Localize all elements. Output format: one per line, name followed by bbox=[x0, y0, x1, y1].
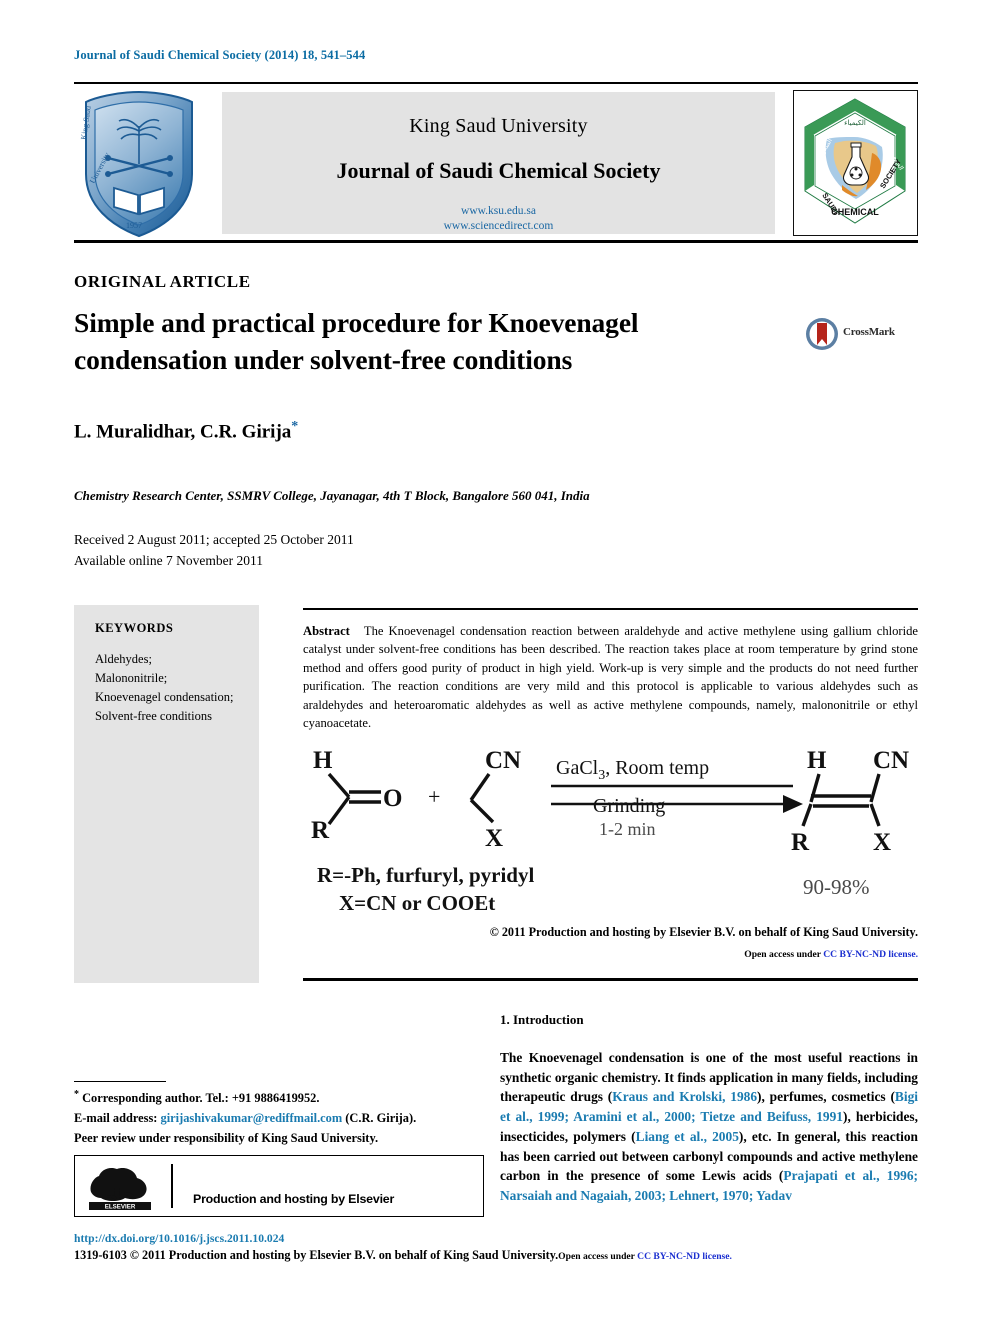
reaction-scheme-figure: H R O + CN X GaCl3, Room temp Grinding 1… bbox=[303, 742, 918, 915]
article-first-page: Journal of Saudi Chemical Society (2014)… bbox=[0, 0, 992, 1323]
elsevier-box-label: Production and hosting by Elsevier bbox=[193, 1192, 395, 1206]
scheme-condition-1: GaCl3, Room temp bbox=[556, 757, 709, 783]
peer-review-note: Peer review under responsibility of King… bbox=[74, 1131, 379, 1146]
scheme-label-cn1: CN bbox=[485, 747, 521, 774]
issn-copyright-line: 1319-6103 © 2011 Production and hosting … bbox=[74, 1248, 864, 1263]
abstract: Abstract The Knoevenagel condensation rea… bbox=[303, 622, 918, 732]
article-dates: Received 2 August 2011; accepted 25 Octo… bbox=[74, 530, 354, 571]
scheme-label-h1: H bbox=[313, 747, 333, 774]
journal-title: Journal of Saudi Chemical Society bbox=[336, 158, 661, 183]
doi-link[interactable]: http://dx.doi.org/10.1016/j.jscs.2011.10… bbox=[74, 1232, 284, 1245]
cc-license-link[interactable]: CC BY-NC-ND license. bbox=[823, 949, 918, 960]
crossmark-label: CrossMark bbox=[843, 326, 895, 338]
issn-open-access: Open access under bbox=[558, 1251, 638, 1262]
footnote-star: * bbox=[74, 1089, 79, 1100]
keyword-item: Knoevenagel condensation; bbox=[95, 690, 234, 704]
scheme-label-cn2: CN bbox=[873, 747, 909, 774]
journal-urls: www.ksu.edu.sa www.sciencedirect.com bbox=[222, 204, 775, 234]
link-sciencedirect[interactable]: www.sciencedirect.com bbox=[222, 219, 775, 234]
scheme-label-x1: X bbox=[485, 825, 503, 852]
masthead: King Saud University 1957 King Saud Univ… bbox=[74, 86, 918, 240]
affiliation: Chemistry Research Center, SSMRV College… bbox=[74, 488, 590, 503]
paragraph-text: ), perfumes, cosmetics ( bbox=[757, 1089, 895, 1105]
open-access-prefix: Open access under bbox=[744, 949, 824, 960]
elsevier-wordmark: ELSEVIER bbox=[105, 1204, 136, 1211]
abstract-bottom-rule bbox=[303, 978, 918, 981]
page-title: Simple and practical procedure for Knoev… bbox=[74, 307, 639, 376]
keyword-item: Aldehydes; bbox=[95, 652, 152, 666]
elsevier-box-divider bbox=[171, 1164, 173, 1208]
keywords-heading: KEYWORDS bbox=[95, 621, 174, 635]
author-names: L. Muralidhar, C.R. Girija bbox=[74, 421, 292, 443]
scheme-label-r1: R bbox=[311, 817, 330, 844]
masthead-top-rule bbox=[74, 82, 918, 84]
scheme-legend-r: R=-Ph, furfuryl, pyridyl bbox=[317, 863, 534, 887]
abstract-top-rule bbox=[303, 608, 918, 611]
scheme-label-h2: H bbox=[807, 747, 827, 774]
journal-masthead-box: King Saud University Journal of Saudi Ch… bbox=[222, 92, 775, 234]
email-link[interactable]: girijashivakumar@rediffmail.com bbox=[161, 1111, 343, 1125]
running-head: Journal of Saudi Chemical Society (2014)… bbox=[74, 48, 366, 62]
corresponding-author-note: * Corresponding author. Tel.: +91 988641… bbox=[74, 1089, 320, 1106]
author-list: L. Muralidhar, C.R. Girija* bbox=[74, 419, 298, 443]
elsevier-tree-logo: ELSEVIER bbox=[85, 1162, 157, 1211]
scheme-plus: + bbox=[428, 784, 440, 809]
section-heading-introduction: 1. Introduction bbox=[500, 1012, 584, 1027]
masthead-bottom-rule bbox=[74, 240, 918, 243]
keyword-item: Solvent-free conditions bbox=[95, 709, 212, 723]
elsevier-production-box: ELSEVIER Production and hosting by Elsev… bbox=[74, 1155, 484, 1217]
footnote-rule bbox=[74, 1081, 166, 1083]
citation-link[interactable]: Kraus and Krolski, 1986 bbox=[612, 1089, 757, 1104]
svg-text:CHEMICAL: CHEMICAL bbox=[831, 207, 879, 217]
issn-cc-license-link[interactable]: CC BY-NC-ND license. bbox=[637, 1251, 732, 1262]
available-online-date: Available online 7 November 2011 bbox=[74, 552, 263, 568]
crossmark-badge[interactable]: CrossMark bbox=[805, 315, 905, 355]
university-name: King Saud University bbox=[409, 115, 588, 137]
scheme-label-r2: R bbox=[791, 829, 810, 856]
abstract-open-access: Open access under CC BY-NC-ND license. bbox=[303, 949, 918, 960]
svg-text:1957: 1957 bbox=[126, 221, 142, 230]
keyword-item: Malononitrile; bbox=[95, 671, 168, 685]
svg-text:الكيمياء: الكيمياء bbox=[844, 119, 866, 127]
footnote-block: * Corresponding author. Tel.: +91 988641… bbox=[74, 1087, 489, 1148]
scheme-legend-x: X=CN or COOEt bbox=[339, 891, 495, 912]
abstract-text: The Knoevenagel condensation reaction be… bbox=[303, 624, 918, 730]
article-type-label: ORIGINAL ARTICLE bbox=[74, 272, 251, 291]
received-date: Received 2 August 2011; accepted 25 Octo… bbox=[74, 532, 354, 547]
introduction-paragraph: The Knoevenagel condensation is one of t… bbox=[500, 1048, 918, 1206]
link-ksu-website[interactable]: www.ksu.edu.sa bbox=[222, 204, 775, 219]
scheme-label-o: O bbox=[383, 785, 402, 812]
scheme-condition-3: 1-2 min bbox=[599, 819, 656, 839]
king-saud-university-shield-logo: King Saud University 1957 bbox=[74, 88, 204, 240]
scheme-yield: 90-98% bbox=[803, 875, 870, 899]
abstract-copyright: © 2011 Production and hosting by Elsevie… bbox=[489, 925, 918, 939]
citation-link[interactable]: Liang et al., 2005 bbox=[636, 1129, 739, 1144]
email-note: E-mail address: girijashivakumar@rediffm… bbox=[74, 1111, 417, 1126]
scheme-condition-2: Grinding bbox=[593, 795, 665, 817]
abstract-label: Abstract bbox=[303, 624, 350, 638]
keywords-list: Aldehydes; Malononitrile; Knoevenagel co… bbox=[95, 650, 234, 726]
scheme-label-x2: X bbox=[873, 829, 891, 856]
issn-main: 1319-6103 © 2011 Production and hosting … bbox=[74, 1248, 559, 1262]
saudi-chemical-society-hexagon-logo: الكيمياء السعودية الجمعية SAUDI SOCIETY … bbox=[793, 90, 918, 236]
corresponding-author-marker: * bbox=[291, 419, 299, 434]
